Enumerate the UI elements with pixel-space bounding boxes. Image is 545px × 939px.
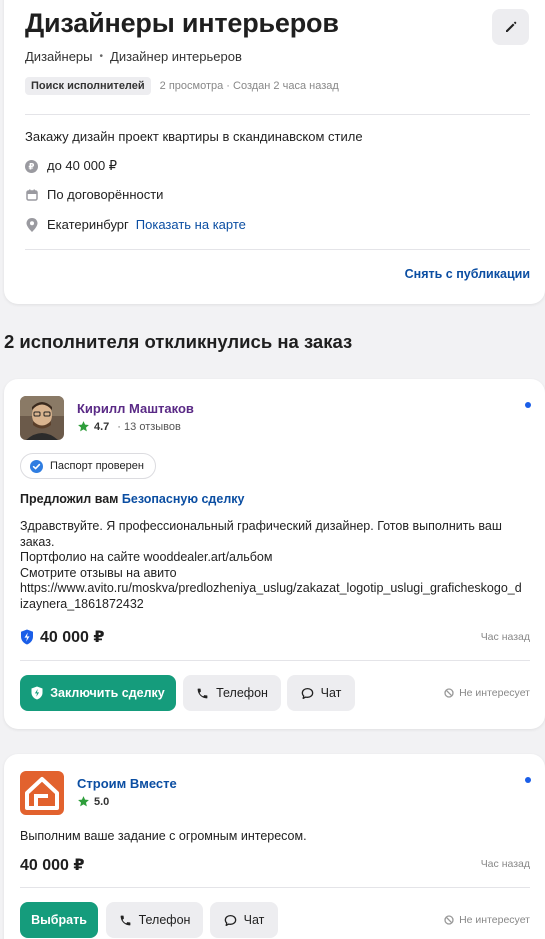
not-interested-button[interactable]: Не интересует	[444, 687, 530, 699]
select-label: Выбрать	[31, 913, 87, 927]
not-interested-label: Не интересует	[459, 914, 530, 926]
response-message: Здравствуйте. Я профессиональный графиче…	[20, 519, 532, 613]
message-line: izaynera_1861872432	[20, 596, 144, 611]
response-time: Час назад	[480, 858, 530, 870]
breadcrumb-subcategory[interactable]: Дизайнер интерьеров	[110, 49, 242, 64]
breadcrumb-category[interactable]: Дизайнеры	[25, 49, 93, 64]
chat-button[interactable]: Чат	[210, 902, 278, 938]
avatar[interactable]	[20, 396, 64, 440]
chat-icon	[224, 914, 236, 926]
phone-button[interactable]: Телефон	[106, 902, 203, 938]
divider	[25, 114, 530, 115]
message-line: Выполним ваше задание с огромным интерес…	[20, 829, 307, 843]
message-line: Портфолио на сайте wooddealer.art/альбом	[20, 550, 273, 565]
check-badge-icon	[30, 459, 43, 473]
chat-icon	[301, 687, 313, 699]
divider	[20, 660, 530, 661]
status-badge: Поиск исполнителей	[25, 77, 151, 95]
deadline-value: По договорённости	[47, 187, 164, 202]
price-row: 40 000 ₽	[20, 855, 85, 875]
offer-prefix: Предложил вам	[20, 492, 122, 506]
phone-icon	[120, 915, 130, 925]
rating-value: 4.7	[94, 420, 110, 433]
phone-label: Телефон	[138, 913, 191, 927]
make-deal-label: Заключить сделку	[50, 686, 165, 700]
star-icon	[78, 796, 89, 807]
phone-icon	[197, 688, 208, 698]
breadcrumb-separator: •	[99, 51, 104, 62]
executor-name[interactable]: Кирилл Маштаков	[77, 401, 194, 416]
calendar-icon	[25, 188, 38, 201]
deadline-row: По договорённости	[25, 187, 163, 202]
message-line: Смотрите отзывы на авито	[20, 565, 177, 580]
star-icon	[78, 421, 89, 432]
chat-label: Чат	[243, 913, 265, 927]
offer-line: Предложил вам Безопасную сделку	[20, 492, 244, 506]
select-button[interactable]: Выбрать	[20, 902, 98, 938]
unpublish-link[interactable]: Снять с публикации	[405, 267, 530, 281]
new-indicator	[525, 402, 531, 408]
chat-label: Чат	[320, 686, 342, 700]
divider	[20, 887, 530, 888]
order-title: Дизайнеры интерьеров	[25, 8, 339, 38]
reviews-count[interactable]: · 13 отзывов	[117, 421, 181, 433]
svg-text:₽: ₽	[29, 162, 35, 172]
edit-pencil-icon	[505, 21, 516, 32]
passport-badge: Паспорт проверен	[20, 453, 156, 479]
budget-value: до 40 000 ₽	[47, 158, 118, 173]
new-indicator	[525, 777, 531, 783]
order-description: Закажу дизайн проект квартиры в скандина…	[25, 129, 363, 144]
price-value: 40 000 ₽	[40, 629, 105, 646]
response-card: Строим Вместе 5.0 Выполним ваше задание …	[4, 754, 545, 939]
price-row: 40 000 ₽	[20, 627, 105, 647]
location-pin-icon	[25, 217, 38, 232]
avatar[interactable]	[20, 771, 64, 815]
message-line: заказ.	[20, 534, 55, 549]
status-row: Поиск исполнителей 2 просмотра · Создан …	[25, 77, 339, 95]
edit-button[interactable]	[492, 9, 529, 45]
response-message: Выполним ваше задание с огромным интерес…	[20, 829, 532, 845]
rating: 5.0	[77, 795, 109, 808]
rating-value: 5.0	[94, 795, 110, 808]
safe-deal-link[interactable]: Безопасную сделку	[122, 492, 245, 506]
price-value: 40 000 ₽	[20, 857, 85, 874]
passport-text: Паспорт проверен	[50, 460, 144, 472]
order-card: Дизайнеры интерьеров Дизайнеры • Дизайне…	[4, 0, 545, 304]
message-line: Здравствуйте. Я профессиональный графиче…	[20, 519, 502, 533]
response-card: Кирилл Маштаков 4.7 · 13 отзывов Паспорт…	[4, 379, 545, 729]
divider	[25, 249, 530, 250]
budget-row: ₽ до 40 000 ₽	[25, 158, 117, 174]
response-time: Час назад	[480, 631, 530, 643]
not-interested-button[interactable]: Не интересует	[444, 914, 530, 926]
phone-button[interactable]: Телефон	[183, 675, 281, 711]
block-icon	[444, 915, 454, 925]
make-deal-button[interactable]: Заключить сделку	[20, 675, 176, 711]
shield-icon	[31, 686, 43, 700]
phone-label: Телефон	[216, 686, 268, 700]
breadcrumb: Дизайнеры • Дизайнер интерьеров	[25, 49, 242, 64]
rating: 4.7 · 13 отзывов	[77, 420, 181, 433]
ruble-icon: ₽	[25, 159, 38, 173]
reviews-count-text: 13 отзывов	[124, 420, 181, 433]
not-interested-label: Не интересует	[459, 687, 530, 699]
chat-button[interactable]: Чат	[287, 675, 355, 711]
show-on-map-link[interactable]: Показать на карте	[136, 217, 246, 232]
block-icon	[444, 688, 454, 698]
message-line: https://www.avito.ru/moskva/predlozheniy…	[20, 581, 522, 596]
shield-icon	[21, 629, 33, 645]
city-value: Екатеринбург	[47, 217, 129, 232]
order-meta: 2 просмотра · Создан 2 часа назад	[159, 80, 339, 92]
responses-title: 2 исполнителя откликнулись на заказ	[4, 331, 353, 352]
location-row: Екатеринбург Показать на карте	[25, 217, 246, 232]
executor-name[interactable]: Строим Вместе	[77, 776, 177, 791]
